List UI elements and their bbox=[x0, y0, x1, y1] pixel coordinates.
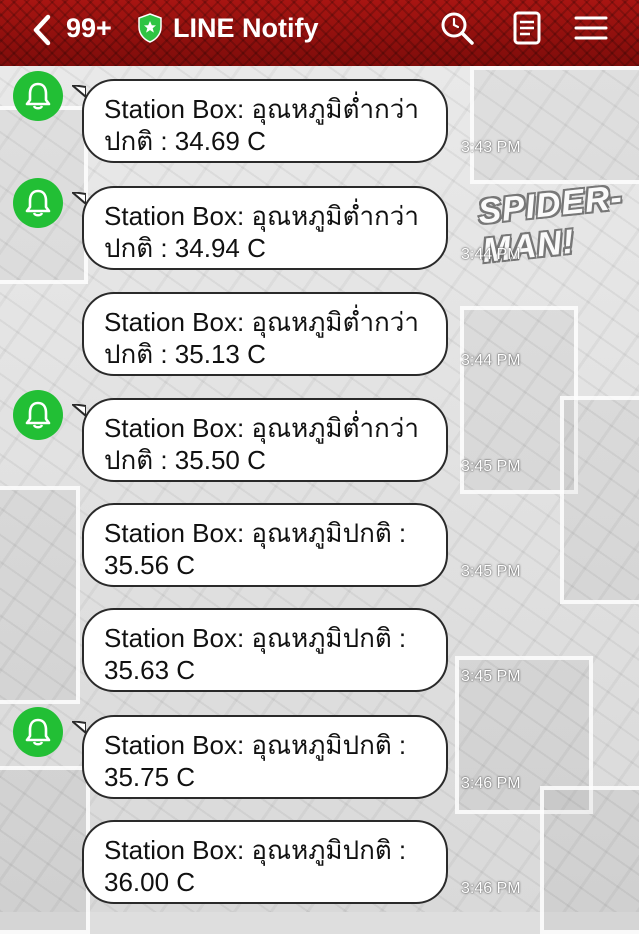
message-text-line: ปกติ : 35.50 C bbox=[104, 445, 266, 475]
menu-icon[interactable] bbox=[573, 10, 609, 46]
message-timestamp: 3:44 PM bbox=[461, 246, 521, 263]
message-text-line: Station Box: อุณหภูมิปกติ : bbox=[104, 730, 407, 760]
message-text-line: Station Box: อุณหภูมิต่ำกว่า bbox=[104, 94, 419, 124]
message-row: Station Box: อุณหภูมิปกติ : 35.63 C 3:45… bbox=[0, 600, 639, 700]
message-text-line: Station Box: อุณหภูมิปกติ : bbox=[104, 518, 407, 548]
official-account-shield-icon bbox=[137, 12, 163, 49]
message-bubble[interactable]: Station Box: อุณหภูมิปกติ : 36.00 C bbox=[82, 820, 448, 904]
message-bubble[interactable]: Station Box: อุณหภูมิต่ำกว่า ปกติ : 35.1… bbox=[82, 292, 448, 376]
message-text-line: 35.56 C bbox=[104, 550, 196, 580]
bell-icon bbox=[25, 189, 51, 217]
message-text-line: Station Box: อุณหภูมิปกติ : bbox=[104, 835, 407, 865]
message-row: Station Box: อุณหภูมิปกติ : 36.00 C 3:46… bbox=[0, 812, 639, 912]
line-notify-avatar[interactable] bbox=[13, 707, 63, 757]
message-text-line: Station Box: อุณหภูมิปกติ : bbox=[104, 623, 407, 653]
message-timestamp: 3:46 PM bbox=[461, 880, 521, 897]
message-text-line: ปกติ : 35.13 C bbox=[104, 339, 266, 369]
line-notify-avatar[interactable] bbox=[13, 71, 63, 121]
message-bubble[interactable]: Station Box: อุณหภูมิต่ำกว่า ปกติ : 35.5… bbox=[82, 398, 448, 482]
line-notify-avatar[interactable] bbox=[13, 178, 63, 228]
message-text-line: 35.63 C bbox=[104, 655, 196, 685]
message-bubble[interactable]: Station Box: อุณหภูมิปกติ : 35.56 C bbox=[82, 503, 448, 587]
back-button[interactable] bbox=[30, 12, 70, 48]
message-row: Station Box: อุณหภูมิต่ำกว่า ปกติ : 35.5… bbox=[0, 390, 639, 490]
message-row: Station Box: อุณหภูมิปกติ : 35.56 C 3:45… bbox=[0, 495, 639, 595]
message-text-line: ปกติ : 34.94 C bbox=[104, 233, 266, 263]
message-bubble[interactable]: Station Box: อุณหภูมิปกติ : 35.75 C bbox=[82, 715, 448, 799]
bell-icon bbox=[25, 82, 51, 110]
message-timestamp: 3:44 PM bbox=[461, 352, 521, 369]
bell-icon bbox=[25, 401, 51, 429]
message-row: Station Box: อุณหภูมิต่ำกว่า ปกติ : 34.6… bbox=[0, 71, 639, 171]
bell-icon bbox=[25, 718, 51, 746]
message-bubble[interactable]: Station Box: อุณหภูมิต่ำกว่า ปกติ : 34.9… bbox=[82, 186, 448, 270]
message-text-line: 35.75 C bbox=[104, 762, 196, 792]
message-row: Station Box: อุณหภูมิต่ำกว่า ปกติ : 35.1… bbox=[0, 284, 639, 384]
message-timestamp: 3:43 PM bbox=[461, 139, 521, 156]
chevron-left-icon bbox=[33, 14, 51, 46]
message-timestamp: 3:45 PM bbox=[461, 458, 521, 475]
message-bubble[interactable]: Station Box: อุณหภูมิต่ำกว่า ปกติ : 34.6… bbox=[82, 79, 448, 163]
message-text-line: ปกติ : 34.69 C bbox=[104, 126, 266, 156]
unread-count[interactable]: 99+ bbox=[66, 12, 112, 44]
chat-header: 99+ LINE Notify bbox=[0, 0, 639, 66]
search-icon[interactable] bbox=[439, 10, 475, 46]
message-timestamp: 3:46 PM bbox=[461, 775, 521, 792]
notes-icon[interactable] bbox=[509, 10, 545, 46]
message-timestamp: 3:45 PM bbox=[461, 563, 521, 580]
message-text-line: Station Box: อุณหภูมิต่ำกว่า bbox=[104, 201, 419, 231]
line-notify-avatar[interactable] bbox=[13, 390, 63, 440]
chat-title[interactable]: LINE Notify bbox=[173, 12, 319, 44]
message-text-line: 36.00 C bbox=[104, 867, 196, 897]
message-bubble[interactable]: Station Box: อุณหภูมิปกติ : 35.63 C bbox=[82, 608, 448, 692]
message-text-line: Station Box: อุณหภูมิต่ำกว่า bbox=[104, 307, 419, 337]
message-row: Station Box: อุณหภูมิปกติ : 35.75 C 3:46… bbox=[0, 707, 639, 807]
message-row: Station Box: อุณหภูมิต่ำกว่า ปกติ : 34.9… bbox=[0, 178, 639, 278]
message-timestamp: 3:45 PM bbox=[461, 668, 521, 685]
message-text-line: Station Box: อุณหภูมิต่ำกว่า bbox=[104, 413, 419, 443]
